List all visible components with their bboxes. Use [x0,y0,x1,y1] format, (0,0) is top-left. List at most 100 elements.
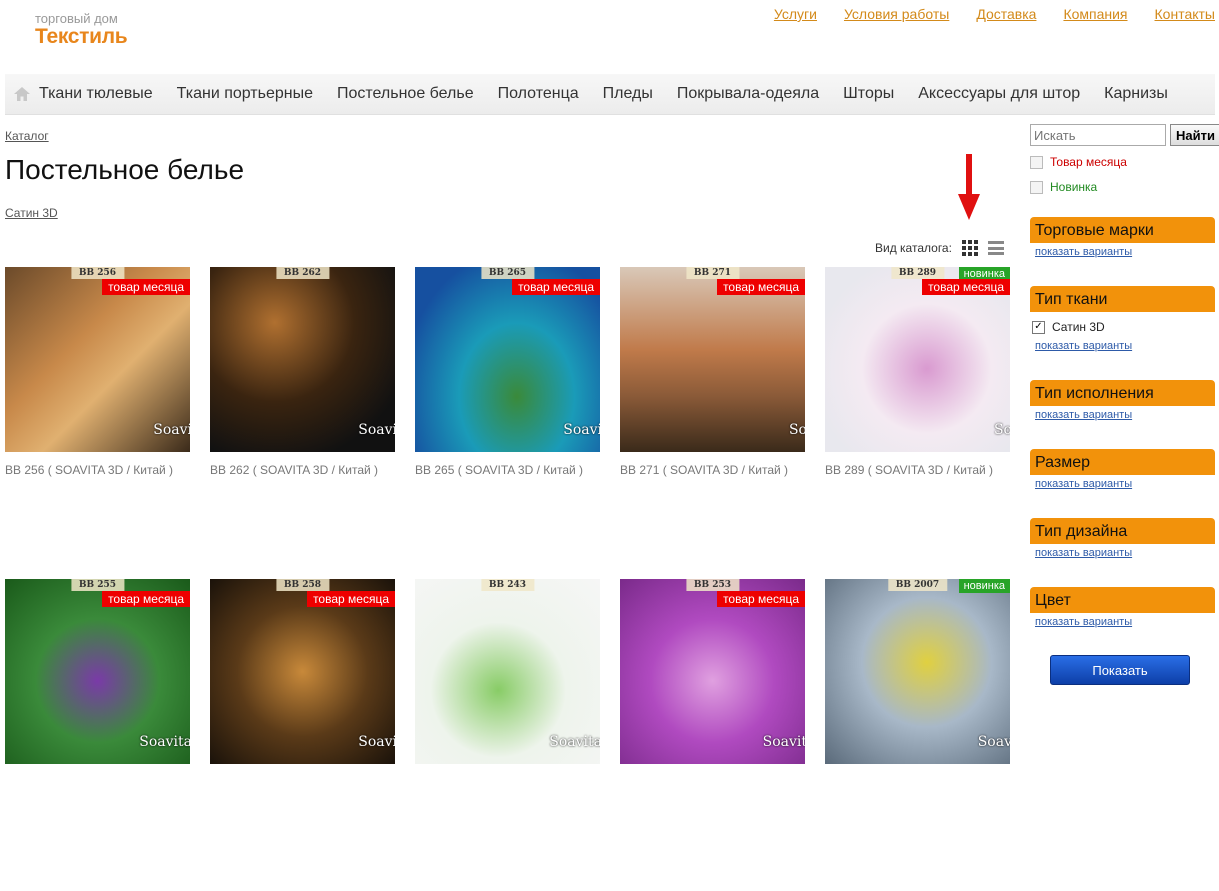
view-label: Вид каталога: [875,241,952,255]
brand-watermark: Soavi [153,422,190,438]
top-link-contacts[interactable]: Контакты [1155,6,1215,22]
product-card[interactable]: BB 262 Soavi BB 262 ( SOAVITA 3D / Китай ) [210,267,395,579]
product-image[interactable]: BB 262 Soavi [210,267,395,452]
product-caption[interactable]: BB 256 ( SOAVITA 3D / Китай ) [5,463,190,477]
month-badge: товар месяца [512,279,600,295]
nav-item-cornices[interactable]: Карнизы [1092,85,1180,103]
nav-item-towels[interactable]: Полотенца [486,85,591,103]
month-badge: товар месяца [717,279,805,295]
top-link-services[interactable]: Услуги [774,6,817,22]
product-card[interactable]: BB 256 товар месяца Soavi BB 256 ( SOAVITA … [5,267,190,579]
top-link-terms[interactable]: Условия работы [844,6,949,22]
grid-view-icon[interactable] [961,240,978,256]
brand-watermark: Soavita [549,734,600,750]
product-card[interactable]: BB 289 новинка товар месяца So BB 289 ( SOAV… [825,267,1010,579]
nav-item-accessories[interactable]: Аксессуары для штор [906,85,1092,103]
filter-fabric-type-title[interactable]: Тип ткани [1030,286,1215,312]
new-badge: новинка [958,579,1010,593]
search-button[interactable]: Найти [1170,124,1219,146]
filter-color-title[interactable]: Цвет [1030,587,1215,613]
filter-size: Размер показать варианты [1030,449,1215,490]
filter-fabric-type: Тип ткани ✓ Сатин 3D показать варианты [1030,286,1215,352]
logo-small-text: торговый дом [35,11,118,26]
nav-item-curtains[interactable]: Шторы [831,85,906,103]
nav-item-bedspreads[interactable]: Покрывала-одеяла [665,85,831,103]
brand-watermark: So [788,422,805,438]
product-card[interactable]: BB 271 товар месяца So BB 271 ( SOAVITA 3D … [620,267,805,579]
product-code-tag: BB 262 [275,267,330,279]
product-card[interactable]: BB 258 товар месяца Soavi [210,579,395,891]
product-code-tag: BB 255 [70,579,125,591]
product-image[interactable]: BB 255 товар месяца Soavita [5,579,190,764]
filter-design: Тип дизайна показать варианты [1030,518,1215,559]
product-caption[interactable]: BB 265 ( SOAVITA 3D / Китай ) [415,463,600,477]
filter-design-link[interactable]: показать варианты [1035,547,1215,559]
filter-design-title[interactable]: Тип дизайна [1030,518,1215,544]
product-code-tag: BB 256 [70,267,125,279]
nav-item-curtain-fabrics[interactable]: Ткани портьерные [165,85,325,103]
filter-month-row[interactable]: Товар месяца [1030,155,1127,169]
home-icon[interactable] [5,74,39,114]
product-image[interactable]: BB 253 товар месяца Soavit [620,579,805,764]
breadcrumb-catalog[interactable]: Каталог [5,129,49,143]
filter-fabric-type-link[interactable]: показать варианты [1035,340,1215,352]
brand-watermark: Soavita [139,734,190,750]
product-card[interactable]: BB 255 товар месяца Soavita [5,579,190,891]
product-code-tag: BB 265 [480,267,535,279]
brand-watermark: Soavi [358,734,395,750]
product-image[interactable]: BB 243 Soavita [415,579,600,764]
show-results-button[interactable]: Показать [1050,655,1190,685]
product-image[interactable]: BB 256 товар месяца Soavi [5,267,190,452]
filter-brands-title[interactable]: Торговые марки [1030,217,1215,243]
subcategory-link[interactable]: Сатин 3D [5,206,58,220]
product-code-tag: BB 2007 [887,579,948,591]
satin-checkbox[interactable]: ✓ [1032,320,1045,334]
month-badge: товар месяца [102,279,190,295]
filter-execution-link[interactable]: показать варианты [1035,409,1215,421]
product-card[interactable]: BB 265 товар месяца Soavi BB 265 ( SOAVITA … [415,267,600,579]
brand-watermark: Soavi [563,422,600,438]
product-image[interactable]: BB 289 новинка товар месяца So [825,267,1010,452]
nav-item-plaids[interactable]: Пледы [591,85,665,103]
filter-new-row[interactable]: Новинка [1030,180,1097,194]
main-nav: Ткани тюлевые Ткани портьерные Постельно… [5,74,1215,115]
logo[interactable]: торговый дом Текстиль [35,11,128,48]
month-badge: товар месяца [922,279,1010,295]
product-code-tag: BB 258 [275,579,330,591]
logo-title: Текстиль [35,25,128,48]
product-image[interactable]: BB 265 товар месяца Soavi [415,267,600,452]
month-checkbox[interactable] [1030,155,1043,169]
product-image[interactable]: BB 271 товар месяца So [620,267,805,452]
product-card[interactable]: BB 253 товар месяца Soavit [620,579,805,891]
product-caption[interactable]: BB 262 ( SOAVITA 3D / Китай ) [210,463,395,477]
search-input[interactable] [1030,124,1166,146]
month-label: Товар месяца [1050,155,1127,169]
filter-color-link[interactable]: показать варианты [1035,616,1215,628]
filter-size-title[interactable]: Размер [1030,449,1215,475]
filter-size-link[interactable]: показать варианты [1035,478,1215,490]
product-grid: BB 256 товар месяца Soavi BB 256 ( SOAVITA … [5,267,1015,891]
product-image[interactable]: BB 2007 новинка Soav [825,579,1010,764]
nav-item-bedding[interactable]: Постельное белье [325,85,486,103]
new-label: Новинка [1050,180,1098,194]
top-link-company[interactable]: Компания [1063,6,1127,22]
product-image[interactable]: BB 258 товар месяца Soavi [210,579,395,764]
view-toggle: Вид каталога: [875,240,1004,256]
filter-brands-link[interactable]: показать варианты [1035,246,1215,258]
page-title: Постельное белье [5,154,245,185]
filter-brands: Торговые марки показать варианты [1030,217,1215,258]
filter-execution-title[interactable]: Тип исполнения [1030,380,1215,406]
list-view-icon[interactable] [987,240,1004,256]
new-checkbox[interactable] [1030,180,1043,194]
top-link-delivery[interactable]: Доставка [976,6,1036,22]
satin-label: Сатин 3D [1052,320,1105,334]
product-card[interactable]: BB 243 Soavita [415,579,600,891]
product-caption[interactable]: BB 289 ( SOAVITA 3D / Китай ) [825,463,1010,477]
product-card[interactable]: BB 2007 новинка Soav [825,579,1010,891]
brand-watermark: So [993,422,1010,438]
red-arrow-annotation [958,154,980,225]
product-caption[interactable]: BB 271 ( SOAVITA 3D / Китай ) [620,463,805,477]
brand-watermark: Soav [977,734,1010,750]
nav-item-tulle[interactable]: Ткани тюлевые [39,85,165,103]
fabric-option-satin3d[interactable]: ✓ Сатин 3D [1032,320,1215,334]
